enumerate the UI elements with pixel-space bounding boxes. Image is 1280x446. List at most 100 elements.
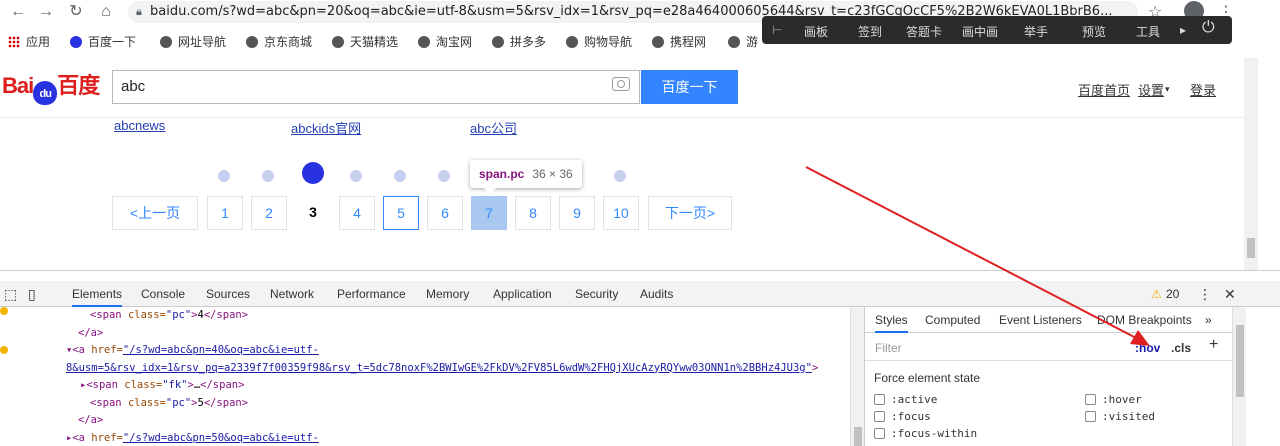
- tab-sources[interactable]: Sources: [206, 281, 250, 307]
- globe-icon: [160, 36, 172, 48]
- search-input[interactable]: abc: [112, 70, 640, 104]
- cls-toggle[interactable]: .cls: [1171, 341, 1191, 355]
- recorder-item[interactable]: 画中画: [962, 23, 998, 40]
- page-link[interactable]: 9: [559, 196, 595, 230]
- tab-styles[interactable]: Styles: [875, 307, 908, 333]
- recorder-item[interactable]: 签到: [858, 23, 882, 40]
- recorder-item[interactable]: 画板: [804, 23, 828, 40]
- tab-security[interactable]: Security: [575, 281, 618, 307]
- checkbox-icon[interactable]: [1085, 394, 1096, 405]
- home-icon[interactable]: ⌂: [96, 2, 116, 22]
- tab-dom-breakpoints[interactable]: DOM Breakpoints: [1097, 307, 1192, 333]
- page-link[interactable]: 4: [339, 196, 375, 230]
- tab-network[interactable]: Network: [270, 281, 314, 307]
- bookmark-item[interactable]: 淘宝网: [418, 30, 472, 54]
- baidu-logo[interactable]: Baidu百度: [2, 68, 99, 105]
- checkbox-icon[interactable]: [874, 394, 885, 405]
- settings-link[interactable]: 设置: [1138, 80, 1164, 99]
- tab-console[interactable]: Console: [141, 281, 185, 307]
- page-link[interactable]: 1: [207, 196, 243, 230]
- bookmark-item[interactable]: 携程网: [652, 30, 706, 54]
- state-checkbox[interactable]: :focus: [874, 410, 931, 423]
- styles-pane: Styles Computed Event Listeners DOM Brea…: [864, 307, 1232, 446]
- bookmark-item[interactable]: 京东商城: [246, 30, 312, 54]
- bookmark-item[interactable]: 游: [728, 30, 758, 54]
- styles-scrollbar[interactable]: [1232, 307, 1246, 446]
- camera-icon[interactable]: [612, 77, 630, 91]
- warning-count[interactable]: 20: [1166, 281, 1179, 307]
- power-icon[interactable]: ⏻: [1202, 19, 1215, 37]
- dom-node[interactable]: ▸<a href="/s?wd=abc&pn=50&oq=abc&ie=utf-: [0, 430, 850, 446]
- dom-node[interactable]: </a>: [0, 412, 850, 430]
- scrollbar-thumb[interactable]: [1247, 238, 1255, 258]
- dom-node[interactable]: </a>: [0, 325, 850, 343]
- warning-icon[interactable]: ⚠: [1151, 281, 1162, 307]
- tab-elements[interactable]: Elements: [72, 281, 122, 307]
- bookmark-apps[interactable]: 应用: [8, 30, 50, 54]
- state-checkbox[interactable]: :focus-within: [874, 427, 977, 440]
- dom-node[interactable]: ▾<a href="/s?wd=abc&pn=40&oq=abc&ie=utf-: [0, 342, 850, 360]
- home-link[interactable]: 百度首页: [1078, 80, 1130, 99]
- state-checkbox[interactable]: :visited: [1085, 410, 1155, 423]
- scrollbar-thumb[interactable]: [854, 427, 862, 446]
- device-toggle-icon[interactable]: ▯: [28, 281, 36, 307]
- recorder-item[interactable]: 举手: [1024, 23, 1048, 40]
- dom-node[interactable]: 8&usm=5&rsv_idx=1&rsv_pq=a2339f7f00359f9…: [0, 360, 850, 378]
- paw-icon: [614, 170, 626, 182]
- state-checkbox[interactable]: :active: [874, 393, 937, 406]
- next-page-button[interactable]: 下一页>: [648, 196, 732, 230]
- recorder-item[interactable]: 答题卡: [906, 23, 942, 40]
- page-link[interactable]: 7: [471, 196, 507, 230]
- tab-computed[interactable]: Computed: [925, 307, 980, 333]
- paw-icon: [350, 170, 362, 182]
- inspector-tooltip: span.pc36 × 36: [470, 160, 582, 188]
- dom-node[interactable]: ▸<span class="fk">…</span>: [0, 377, 850, 395]
- tab-memory[interactable]: Memory: [426, 281, 469, 307]
- reload-icon[interactable]: ↻: [66, 2, 86, 22]
- related-search-link[interactable]: abckids官网: [291, 118, 361, 137]
- checkbox-icon[interactable]: [1085, 411, 1096, 422]
- dom-node[interactable]: <span class="pc">5</span>: [0, 395, 850, 413]
- page-link[interactable]: 8: [515, 196, 551, 230]
- paw-icon: [262, 170, 274, 182]
- recorder-item[interactable]: 预览: [1082, 23, 1106, 40]
- page-link[interactable]: 6: [427, 196, 463, 230]
- bookmark-item[interactable]: 百度一下: [70, 30, 136, 54]
- elements-scrollbar[interactable]: [850, 307, 864, 446]
- checkbox-icon[interactable]: [874, 428, 885, 439]
- bookmark-item[interactable]: 天猫精选: [332, 30, 398, 54]
- bookmark-item[interactable]: 拼多多: [492, 30, 546, 54]
- page-link[interactable]: 2: [251, 196, 287, 230]
- state-checkbox[interactable]: :hover: [1085, 393, 1142, 406]
- collapse-icon[interactable]: ▸: [1180, 23, 1186, 37]
- recorder-toolbar: ⊢ 画板 签到 答题卡 画中画 举手 预览 工具 ▸ ⏻: [762, 16, 1232, 44]
- search-button[interactable]: 百度一下: [641, 70, 738, 104]
- back-icon[interactable]: ←: [8, 2, 28, 22]
- bookmark-item[interactable]: 购物导航: [566, 30, 632, 54]
- hov-toggle[interactable]: :hov: [1135, 341, 1160, 355]
- dom-node[interactable]: <span class="pc">4</span>: [0, 307, 850, 325]
- recorder-item[interactable]: 工具: [1136, 23, 1160, 40]
- scrollbar-thumb[interactable]: [1236, 325, 1244, 397]
- new-rule-icon[interactable]: +: [1209, 336, 1218, 354]
- forward-icon[interactable]: →: [36, 2, 56, 22]
- drag-handle-icon[interactable]: ⊢: [772, 23, 782, 37]
- prev-page-button[interactable]: <上一页: [112, 196, 198, 230]
- close-icon[interactable]: ✕: [1224, 281, 1236, 307]
- devtools-menu-icon[interactable]: ⋮: [1198, 281, 1212, 307]
- inspect-icon[interactable]: ⬚: [4, 281, 17, 307]
- filter-input[interactable]: Filter: [875, 341, 902, 355]
- related-search-link[interactable]: abc公司: [470, 118, 517, 137]
- page-scrollbar[interactable]: [1244, 58, 1258, 270]
- bookmark-item[interactable]: 网址导航: [160, 30, 226, 54]
- related-search-link[interactable]: abcnews: [114, 118, 165, 133]
- tab-event-listeners[interactable]: Event Listeners: [999, 307, 1082, 333]
- page-link[interactable]: 10: [603, 196, 639, 230]
- page-link[interactable]: 5: [383, 196, 419, 230]
- login-link[interactable]: 登录: [1190, 80, 1216, 99]
- more-tabs-icon[interactable]: »: [1205, 307, 1212, 333]
- tab-audits[interactable]: Audits: [640, 281, 673, 307]
- tab-performance[interactable]: Performance: [337, 281, 406, 307]
- checkbox-icon[interactable]: [874, 411, 885, 422]
- tab-application[interactable]: Application: [493, 281, 552, 307]
